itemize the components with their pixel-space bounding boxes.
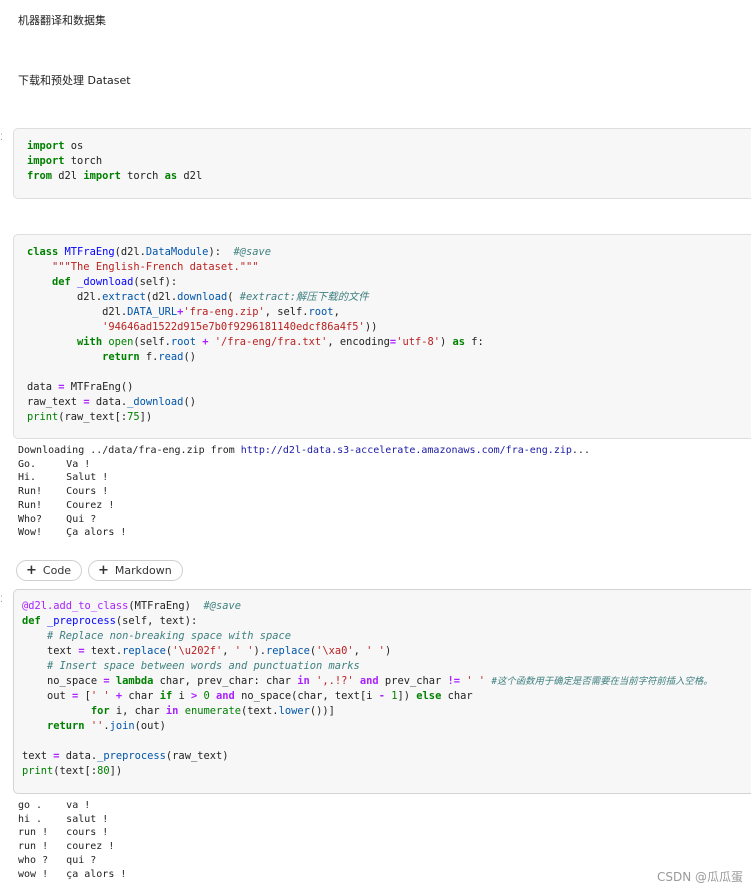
code-cell-imports[interactable]: import os import torch from d2l import t…	[13, 128, 751, 199]
comment-save: #@save	[203, 600, 241, 612]
comment-insert: # Insert space between words and punctua…	[47, 660, 360, 672]
raw-line: Run! Courez !	[18, 499, 115, 511]
code-preprocess[interactable]: @d2l.add_to_class(MTFraEng) #@save def _…	[22, 599, 713, 779]
processed-line: who ? qui ?	[18, 854, 97, 866]
string-fra-path: '/fra-eng/fra.txt'	[214, 336, 328, 348]
code-cell-preprocess[interactable]: @d2l.add_to_class(MTFraEng) #@save def _…	[13, 589, 751, 794]
cell-output-processed: go . va ! hi . salut ! run ! cours ! run…	[18, 799, 126, 881]
raw-line: Hi. Salut !	[18, 472, 109, 484]
processed-line: wow ! ça alors !	[18, 868, 127, 880]
csdn-watermark: CSDN @瓜瓜蛋	[656, 870, 743, 884]
string-hash: '94646ad1522d915e7b0f9296181140edcf86a4f…	[102, 321, 365, 333]
string-utf8: 'utf-8'	[396, 336, 440, 348]
add-markdown-label: Markdown	[114, 564, 172, 577]
code-mtfraeng[interactable]: class MTFraEng(d2l.DataModule): #@save "…	[27, 245, 484, 425]
cell-gutter-marker: ⁚	[0, 133, 3, 143]
download-prefix: Downloading ../data/fra-eng.zip from	[18, 445, 241, 456]
processed-line: hi . salut !	[18, 813, 109, 825]
download-url-link[interactable]: http://d2l-data.s3-accelerate.amazonaws.…	[241, 445, 572, 456]
comment-no-space: #这个函数用于确定是否需要在当前字符前插入空格。	[491, 676, 713, 687]
notebook-title: 机器翻译和数据集	[18, 14, 106, 27]
comment-replace: # Replace non-breaking space with space	[47, 630, 292, 642]
raw-line: Run! Cours !	[18, 486, 109, 498]
add-code-label: Code	[42, 564, 72, 577]
processed-line: go . va !	[18, 800, 91, 811]
code-imports[interactable]: import os import torch from d2l import t…	[27, 139, 202, 184]
add-code-cell-button[interactable]: + Code	[16, 560, 83, 581]
processed-line: run ! cours !	[18, 827, 109, 839]
section-heading: 下载和预处理 Dataset	[18, 74, 131, 87]
cell-output-raw: Downloading ../data/fra-eng.zip from htt…	[18, 444, 590, 540]
raw-line: Go. Va !	[18, 458, 91, 470]
download-suffix: ...	[571, 445, 590, 456]
code-cell-mtfraeng[interactable]: class MTFraEng(d2l.DataModule): #@save "…	[13, 234, 751, 439]
comment-extract: #extract:解压下载的文件	[239, 291, 369, 303]
raw-line: Who? Qui ?	[18, 513, 97, 525]
comment-save: #@save	[233, 246, 272, 258]
raw-line: Wow! Ça alors !	[18, 527, 127, 539]
plus-icon: +	[98, 563, 109, 578]
docstring: """The English-French dataset."""	[52, 261, 259, 273]
cell-gutter-marker: ⁚	[0, 595, 3, 605]
plus-icon: +	[26, 563, 37, 578]
string-zipname: 'fra-eng.zip'	[183, 306, 265, 318]
add-markdown-cell-button[interactable]: + Markdown	[88, 560, 183, 581]
processed-line: run ! courez !	[18, 841, 115, 853]
